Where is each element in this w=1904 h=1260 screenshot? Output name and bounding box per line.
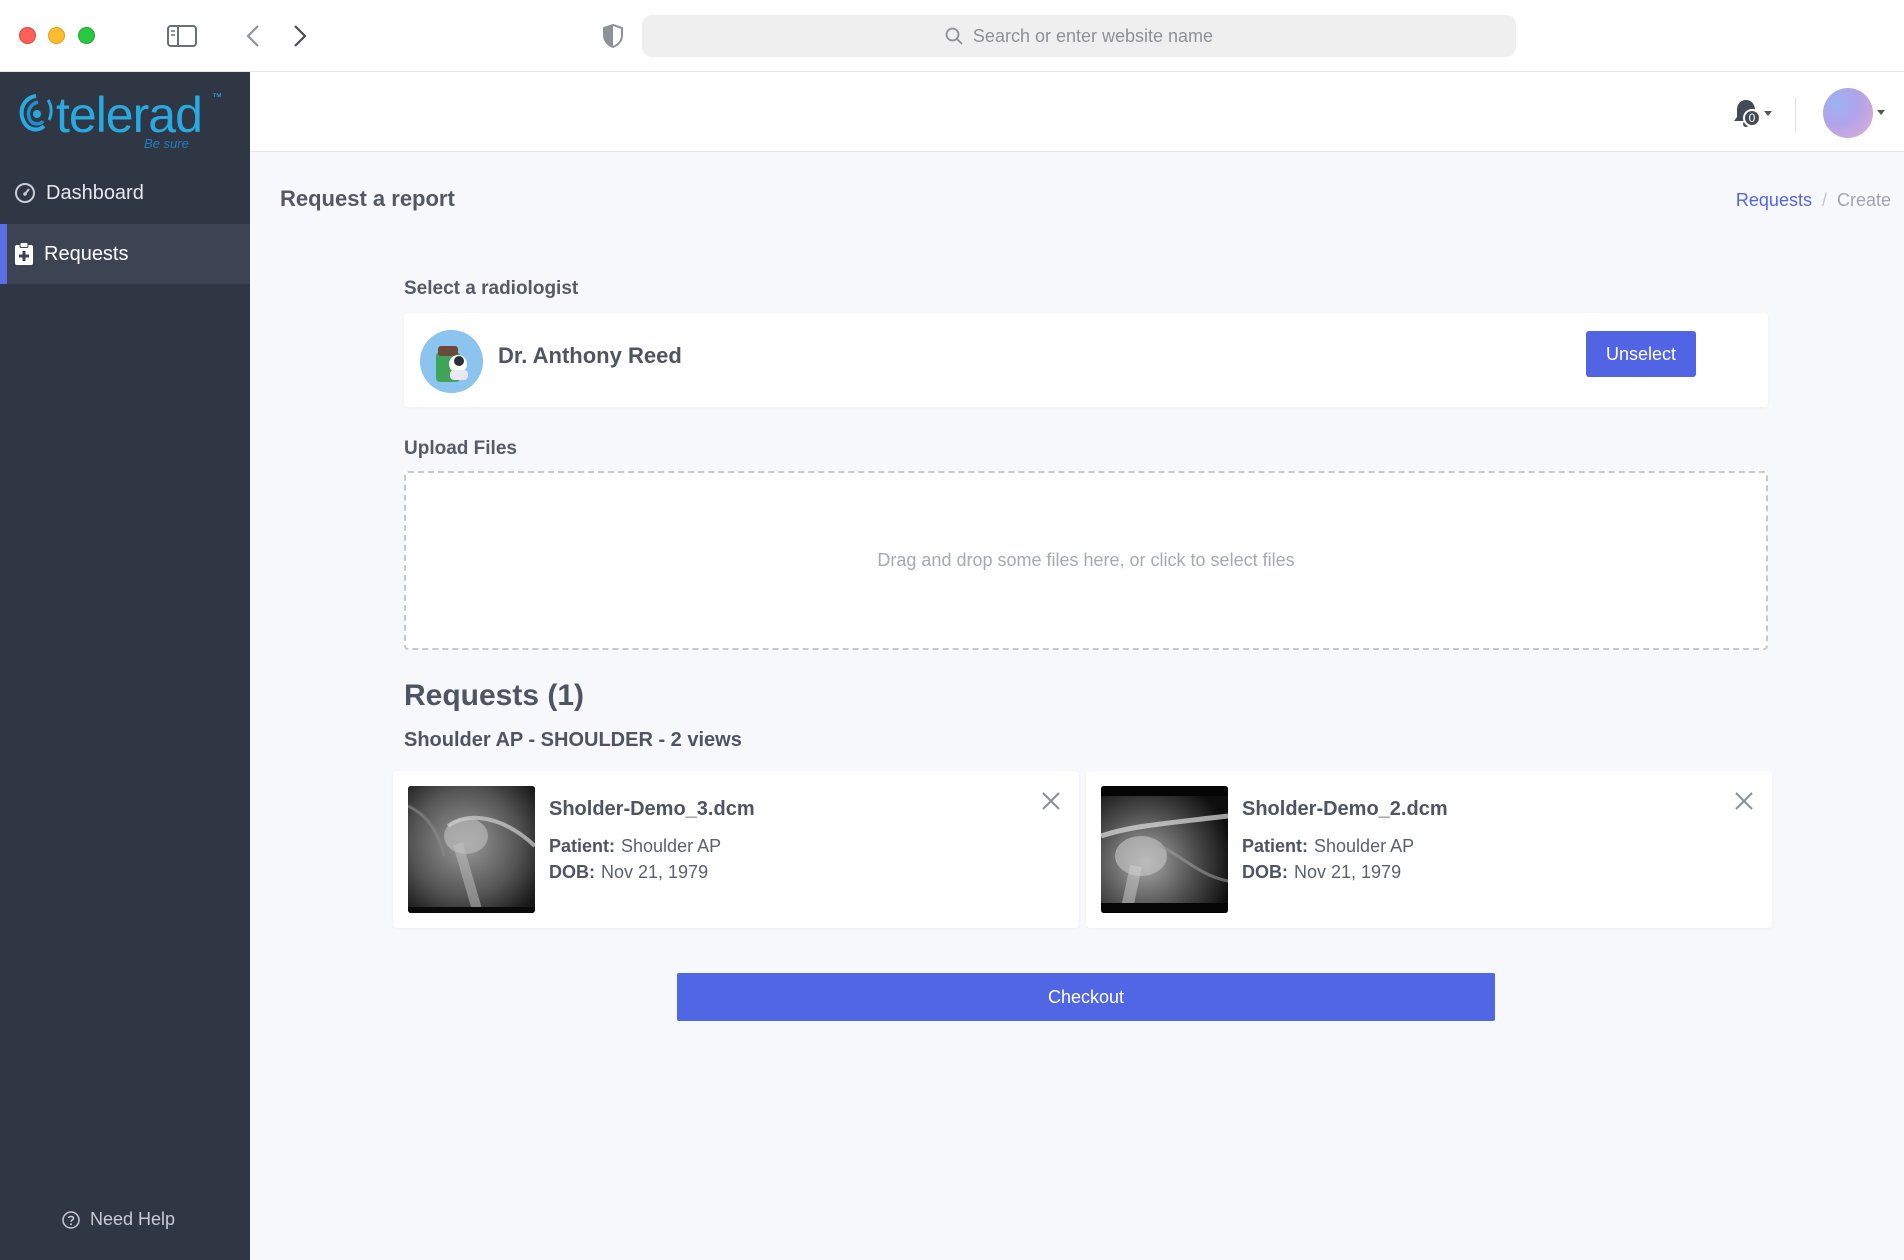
close-window-button[interactable] [19, 27, 36, 44]
remove-file-button[interactable] [1732, 789, 1756, 813]
need-help-link[interactable]: Need Help [62, 1209, 175, 1230]
patient-value: Shoulder AP [1314, 836, 1415, 856]
sidebar-item-label: Dashboard [46, 181, 144, 204]
patient-value: Shoulder AP [621, 836, 722, 856]
app-header [250, 72, 1904, 152]
user-avatar[interactable] [1823, 88, 1873, 138]
breadcrumb-requests-link[interactable]: Requests [1736, 190, 1812, 211]
radiologist-card: Dr. Anthony Reed Unselect [404, 313, 1768, 407]
help-circle-icon [62, 1210, 80, 1229]
sidebar-toggle-icon[interactable] [166, 20, 198, 52]
sidebar-item-label: Requests [44, 242, 129, 265]
radiologist-name: Dr. Anthony Reed [498, 343, 682, 368]
dob-info: DOB: Nov 21, 1979 [1242, 862, 1401, 883]
breadcrumb-separator: / [1821, 190, 1827, 210]
checkout-button[interactable]: Checkout [677, 973, 1495, 1021]
upload-section-label: Upload Files [404, 438, 517, 459]
maximize-window-button[interactable] [78, 27, 95, 44]
dob-label: DOB: [1242, 862, 1288, 882]
page-title: Request a report [280, 186, 455, 211]
unselect-button[interactable]: Unselect [1586, 331, 1696, 377]
remove-file-button[interactable] [1039, 789, 1063, 813]
patient-label: Patient: [1242, 836, 1309, 856]
file-name: Sholder-Demo_3.dcm [549, 798, 755, 820]
breadcrumb-current: Create [1836, 190, 1891, 210]
gauge-icon [15, 183, 35, 203]
breadcrumb: Requests / Create [1736, 190, 1891, 211]
forward-arrow-icon[interactable] [290, 20, 310, 52]
file-card: Sholder-Demo_3.dcm Patient: Shoulder AP D… [393, 771, 1079, 928]
file-name: Sholder-Demo_2.dcm [1242, 798, 1448, 820]
need-help-label: Need Help [90, 1209, 176, 1229]
patient-info: Patient: Shoulder AP [549, 836, 721, 857]
telerad-logo[interactable]: telerad ™ Be sure [16, 87, 226, 151]
xray-thumbnail [408, 786, 535, 913]
minimize-window-button[interactable] [48, 27, 65, 44]
dob-label: DOB: [549, 862, 595, 882]
logo-swirl-icon [19, 94, 53, 132]
radiologist-avatar [420, 330, 483, 393]
logo-trademark: ™ [212, 92, 222, 103]
privacy-shield-icon[interactable] [600, 20, 626, 52]
study-description: Shoulder AP - SHOULDER - 2 views [404, 729, 742, 751]
close-icon [1042, 792, 1060, 810]
radiologist-section-label: Select a radiologist [404, 278, 579, 299]
xray-thumbnail [1101, 786, 1228, 913]
header-divider [1795, 98, 1796, 132]
dob-info: DOB: Nov 21, 1979 [549, 862, 708, 883]
search-icon [945, 27, 963, 45]
dob-value: Nov 21, 1979 [1294, 862, 1402, 882]
clipboard-plus-icon [15, 242, 33, 265]
file-card: Sholder-Demo_2.dcm Patient: Shoulder AP D… [1086, 771, 1772, 928]
sidebar-item-requests[interactable]: Requests [0, 224, 250, 284]
sidebar: telerad ™ Be sure Dashboard Requests Nee… [0, 72, 250, 1260]
notification-count-badge: 0 [1743, 109, 1761, 127]
dropzone-text: Drag and drop some files here, or click … [877, 550, 1295, 570]
patient-label: Patient: [549, 836, 616, 856]
address-bar[interactable]: Search or enter website name [642, 15, 1516, 57]
requests-title: Requests (1) [404, 679, 585, 712]
back-arrow-icon[interactable] [243, 20, 263, 52]
chevron-down-icon [1764, 111, 1772, 116]
file-dropzone[interactable]: Drag and drop some files here, or click … [404, 471, 1768, 650]
sidebar-item-dashboard[interactable]: Dashboard [0, 163, 250, 223]
logo-tagline: Be sure [144, 136, 189, 151]
close-icon [1735, 792, 1753, 810]
chevron-down-icon[interactable] [1877, 110, 1885, 115]
notifications-button[interactable]: 0 [1726, 92, 1772, 136]
patient-info: Patient: Shoulder AP [1242, 836, 1414, 857]
browser-toolbar: Search or enter website name [0, 0, 1904, 72]
address-placeholder: Search or enter website name [972, 25, 1214, 46]
dob-value: Nov 21, 1979 [601, 862, 709, 882]
